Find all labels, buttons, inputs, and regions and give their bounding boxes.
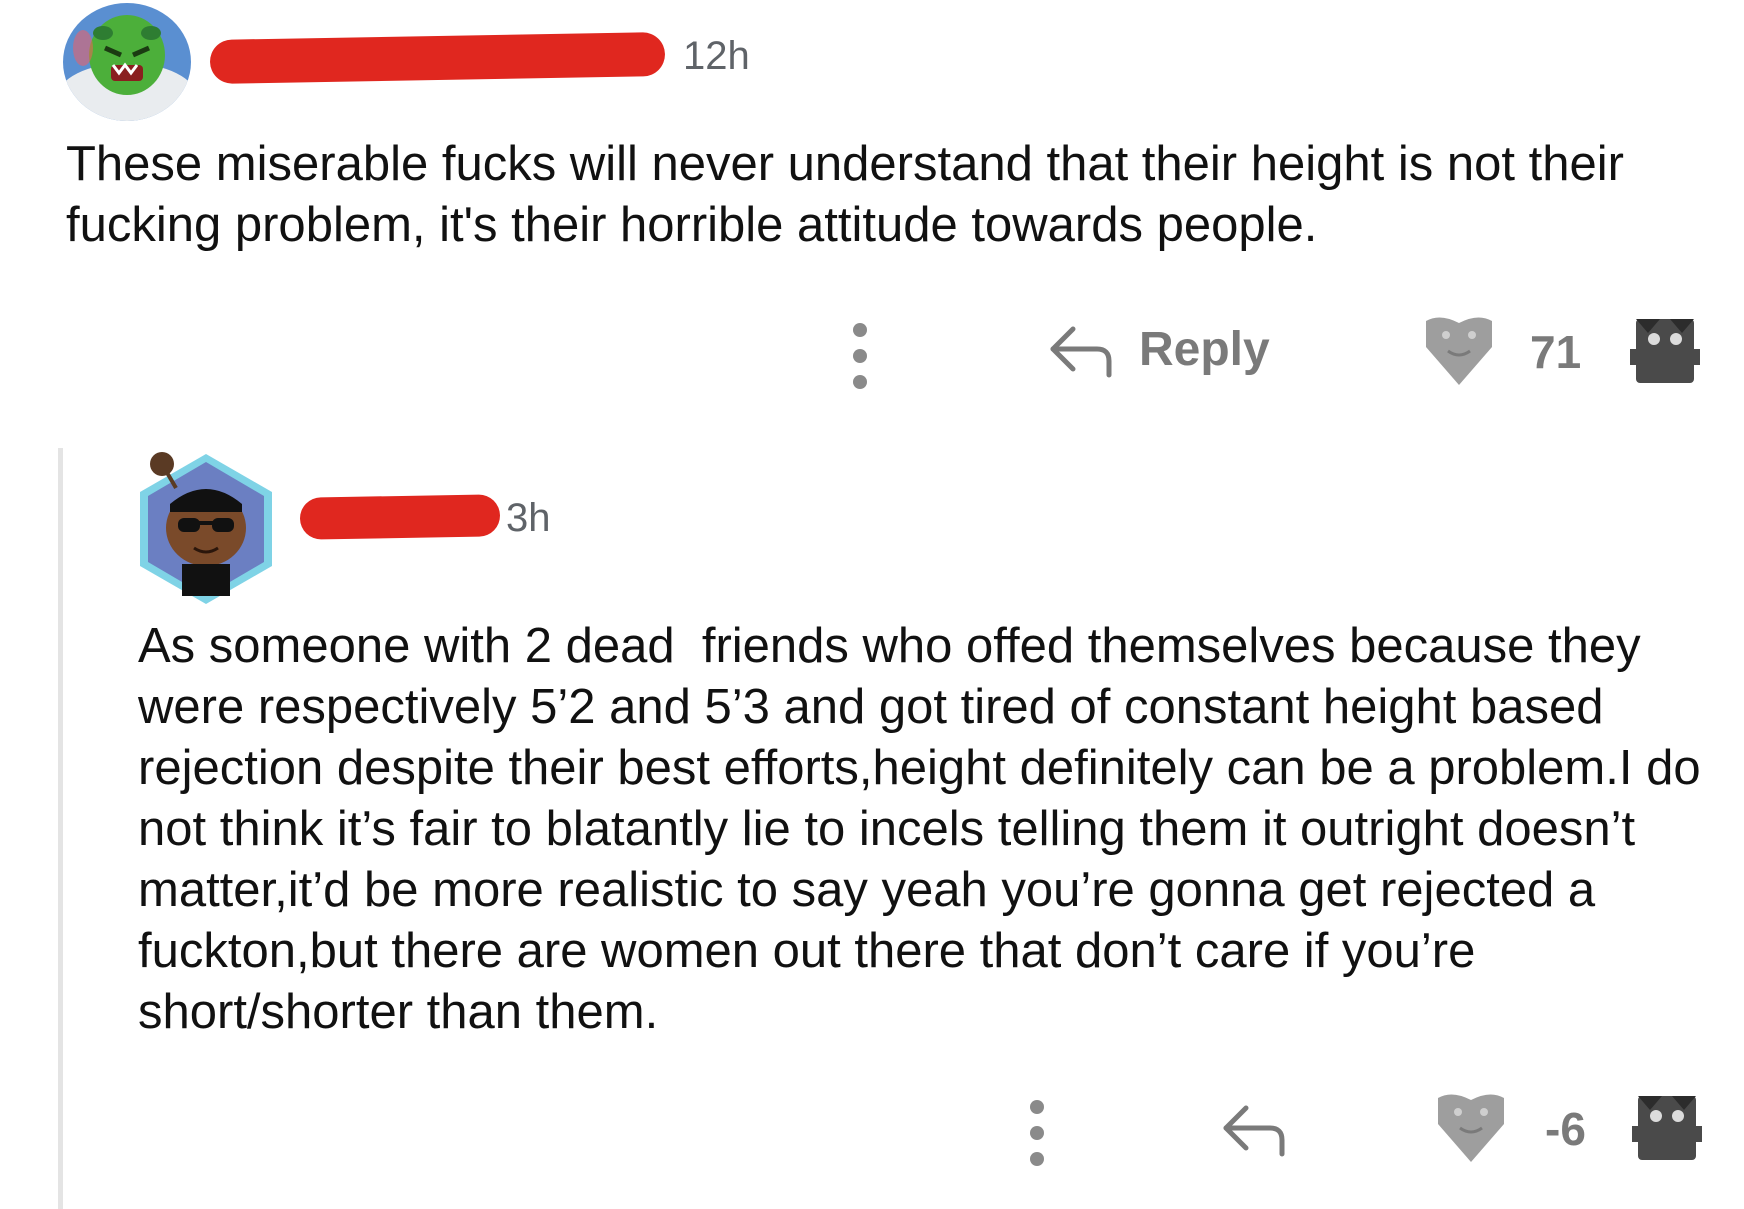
downvote-button[interactable] xyxy=(1630,315,1700,387)
redacted-username xyxy=(299,494,501,540)
comment-2: 3h As someone with 2 dead friends who of… xyxy=(0,440,1744,1209)
redacted-username xyxy=(209,32,666,84)
heart-upvote-icon xyxy=(1438,1094,1504,1162)
reply-button[interactable]: Reply xyxy=(1045,319,1270,379)
reply-icon xyxy=(1050,326,1112,378)
vote-score: 71 xyxy=(1530,326,1582,378)
comment-body: These miserable fucks will never underst… xyxy=(66,137,1638,252)
reply-icon xyxy=(1223,1105,1285,1157)
reply-label: Reply xyxy=(1139,322,1270,376)
more-icon xyxy=(1027,1100,1047,1166)
user-avatar[interactable] xyxy=(132,448,280,606)
user-avatar[interactable] xyxy=(63,3,191,121)
comment-timestamp: 3h xyxy=(506,496,551,540)
upvote-button[interactable] xyxy=(1432,1090,1510,1166)
comment-1: 12h These miserable fucks will never und… xyxy=(0,0,1744,430)
upvote-button[interactable] xyxy=(1420,313,1498,389)
more-icon xyxy=(850,323,870,389)
downvote-button[interactable] xyxy=(1632,1092,1702,1164)
more-options-button[interactable] xyxy=(1027,1100,1047,1166)
heart-upvote-icon xyxy=(1426,317,1492,385)
comment-actions: -6 xyxy=(0,1080,1744,1170)
robot-downvote-icon xyxy=(1632,1096,1702,1160)
vote-score: -6 xyxy=(1545,1103,1586,1155)
reply-button[interactable] xyxy=(1218,1098,1290,1158)
comment-actions: Reply 71 xyxy=(0,305,1744,395)
comment-body: As someone with 2 dead friends who offed… xyxy=(138,619,1715,1039)
comment-timestamp: 12h xyxy=(683,34,750,78)
more-options-button[interactable] xyxy=(850,323,870,389)
robot-downvote-icon xyxy=(1630,319,1700,383)
